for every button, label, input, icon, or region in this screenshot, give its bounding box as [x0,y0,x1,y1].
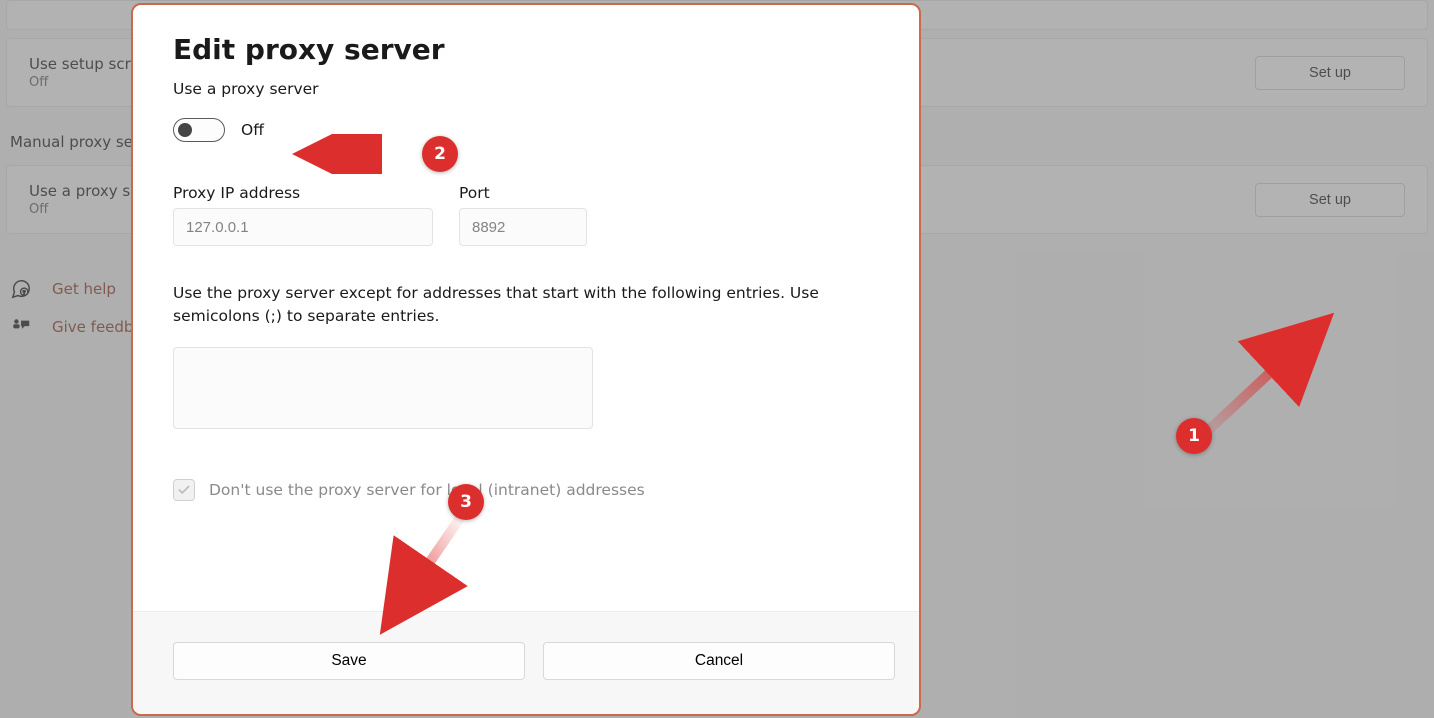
bypass-local-checkbox[interactable] [173,479,195,501]
proxy-ip-input[interactable] [173,208,433,246]
checkmark-icon [177,483,191,497]
port-input[interactable] [459,208,587,246]
use-proxy-toggle[interactable] [173,118,225,142]
toggle-state-label: Off [241,121,264,139]
edit-proxy-dialog: Edit proxy server Use a proxy server Off… [131,3,921,716]
save-button[interactable]: Save [173,642,525,680]
cancel-button[interactable]: Cancel [543,642,895,680]
dialog-title: Edit proxy server [173,33,879,66]
bypass-local-label: Don't use the proxy server for local (in… [209,481,645,499]
use-proxy-label: Use a proxy server [173,80,879,98]
port-label: Port [459,184,587,202]
proxy-ip-label: Proxy IP address [173,184,433,202]
exceptions-input[interactable] [173,347,593,429]
toggle-knob [178,123,192,137]
exceptions-description: Use the proxy server except for addresse… [173,282,879,329]
